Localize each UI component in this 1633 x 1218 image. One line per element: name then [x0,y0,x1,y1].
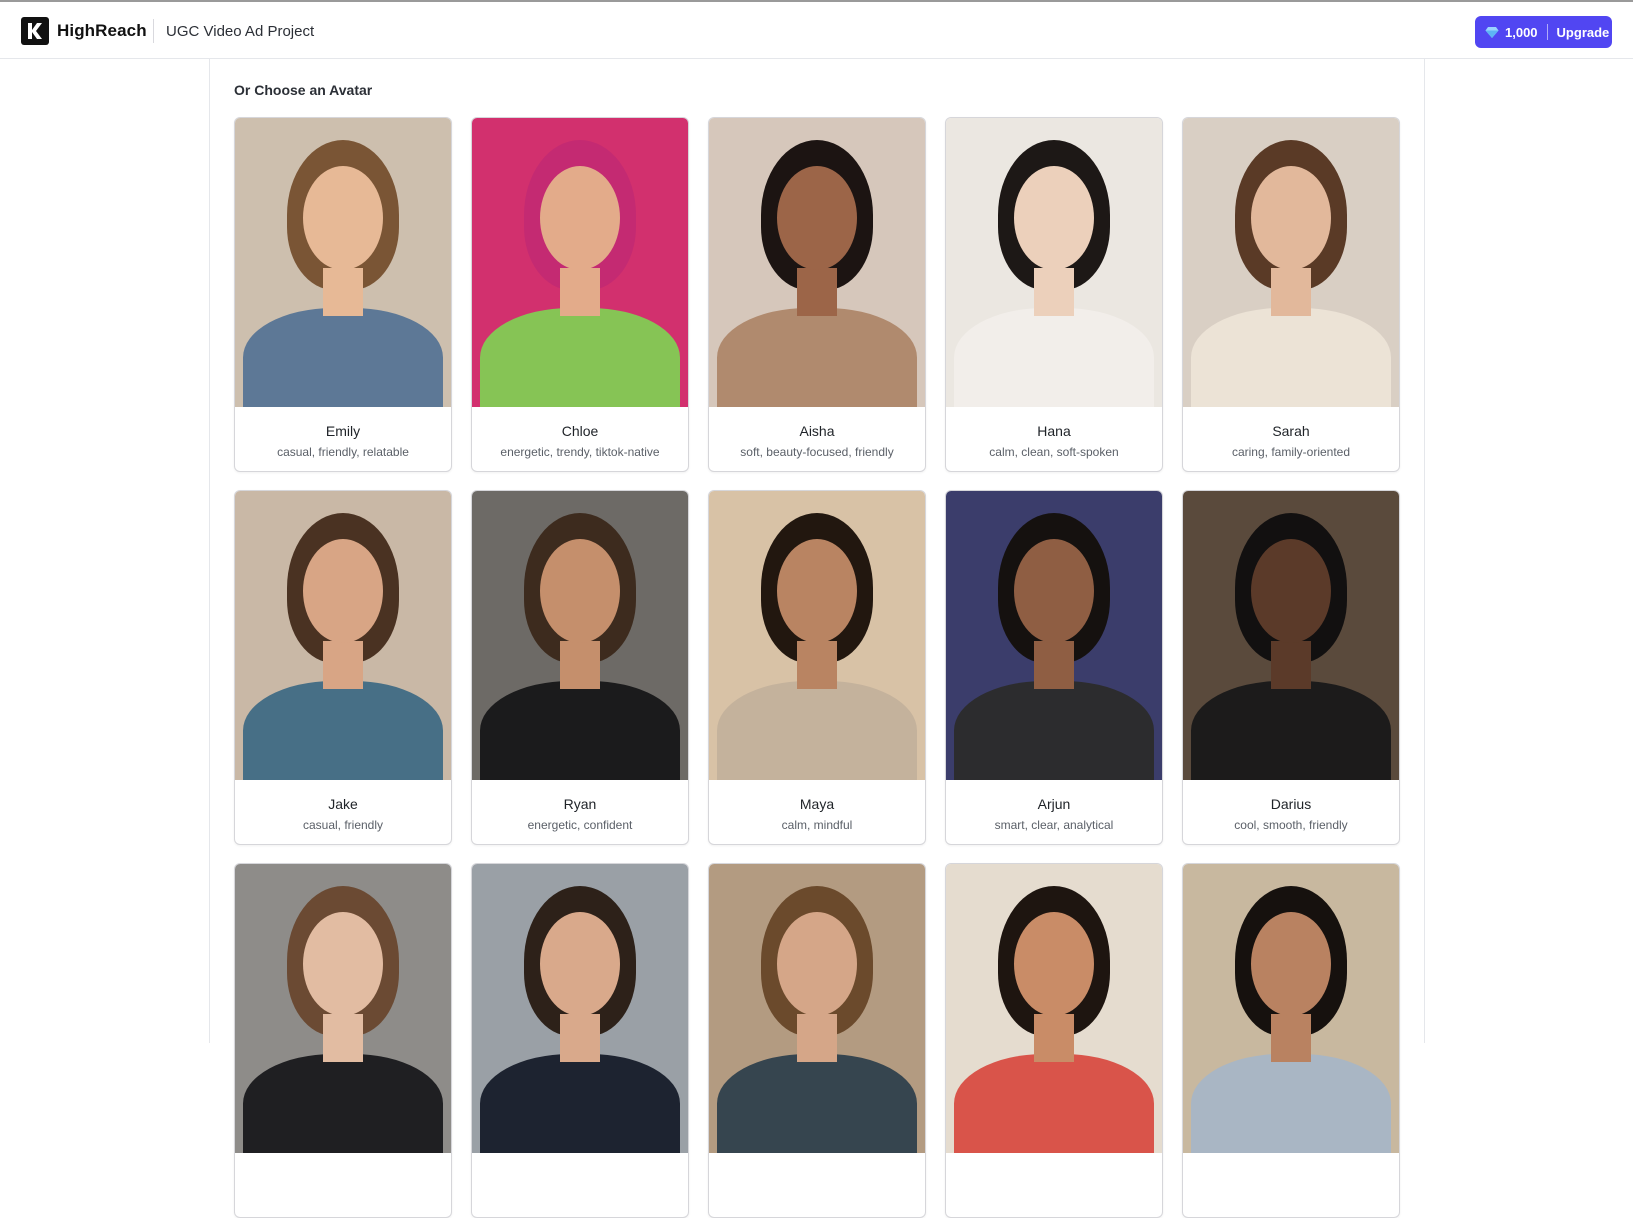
avatar-tags: caring, family-oriented [1231,445,1351,459]
avatar-name: Hana [1037,423,1071,439]
avatar-name: Emily [325,423,361,439]
avatar-info [709,1153,925,1217]
avatar-card[interactable]: Ryan energetic, confident [471,490,689,845]
avatar-tags: casual, friendly, relatable [277,445,409,459]
credits-count: 1,000 [1505,24,1538,40]
avatar-card[interactable] [234,863,452,1218]
avatar-card[interactable]: Hana calm, clean, soft-spoken [945,117,1163,472]
avatar-photo [946,118,1162,407]
avatar-info: Ryan energetic, confident [472,780,688,844]
avatar-photo [472,491,688,780]
avatar-photo [472,118,688,407]
avatar-photo [1183,864,1399,1153]
highreach-logo-icon[interactable] [21,17,49,45]
avatar-card[interactable]: Darius cool, smooth, friendly [1182,490,1400,845]
avatar-card[interactable]: Jake casual, friendly [234,490,452,845]
upgrade-label: Upgrade [1556,24,1610,40]
avatar-tags: calm, clean, soft-spoken [989,445,1119,459]
avatar-name: Chloe [561,423,599,439]
avatar-info: Chloe energetic, trendy, tiktok-native [472,407,688,471]
brand-name[interactable]: HighReach [57,21,147,41]
avatar-card[interactable]: Chloe energetic, trendy, tiktok-native [471,117,689,472]
avatar-info [235,1153,451,1217]
avatar-info: Arjun smart, clear, analytical [946,780,1162,844]
avatar-tags: smart, clear, analytical [994,818,1114,832]
avatar-info: Aisha soft, beauty-focused, friendly [709,407,925,471]
divider [153,19,154,43]
avatar-info [1183,1153,1399,1217]
avatar-photo [235,118,451,407]
avatar-info [946,1153,1162,1217]
avatar-photo [235,491,451,780]
avatar-info: Sarah caring, family-oriented [1183,407,1399,471]
avatar-info: Emily casual, friendly, relatable [235,407,451,471]
avatar-card[interactable]: Maya calm, mindful [708,490,926,845]
top-bar: HighReach UGC Video Ad Project 1,000 Upg… [0,0,1633,59]
avatar-tags: casual, friendly [302,818,384,832]
avatar-name: Maya [799,796,835,812]
divider [1546,24,1548,40]
avatar-photo [235,864,451,1153]
avatar-photo [946,864,1162,1153]
avatar-info: Darius cool, smooth, friendly [1183,780,1399,844]
avatar-photo [709,864,925,1153]
avatar-card[interactable] [471,863,689,1218]
avatar-tags: cool, smooth, friendly [1234,818,1348,832]
avatar-card[interactable]: Arjun smart, clear, analytical [945,490,1163,845]
avatar-card[interactable] [1182,863,1400,1218]
avatar-photo [1183,491,1399,780]
avatar-name: Sarah [1272,423,1310,439]
avatar-name: Aisha [799,423,835,439]
upgrade-button[interactable]: 1,000 Upgrade [1475,16,1612,48]
avatar-grid: Emily casual, friendly, relatable Chloe ene… [234,117,1400,1218]
avatar-info: Jake casual, friendly [235,780,451,844]
avatar-photo [472,864,688,1153]
avatar-name: Arjun [1037,796,1071,812]
gem-icon [1485,27,1499,38]
section-title: Or Choose an Avatar [234,82,373,98]
avatar-info: Maya calm, mindful [709,780,925,844]
avatar-card[interactable] [708,863,926,1218]
avatar-card[interactable] [945,863,1163,1218]
avatar-info: Hana calm, clean, soft-spoken [946,407,1162,471]
avatar-tags: soft, beauty-focused, friendly [740,445,894,459]
avatar-tags: calm, mindful [781,818,853,832]
avatar-info [472,1153,688,1217]
avatar-panel: Or Choose an Avatar Emily casual, friendl… [209,59,1425,1218]
avatar-name: Ryan [563,796,597,812]
avatar-card[interactable]: Emily casual, friendly, relatable [234,117,452,472]
avatar-card[interactable]: Aisha soft, beauty-focused, friendly [708,117,926,472]
avatar-name: Jake [328,796,358,812]
avatar-photo [946,491,1162,780]
avatar-tags: energetic, trendy, tiktok-native [500,445,660,459]
avatar-card[interactable]: Sarah caring, family-oriented [1182,117,1400,472]
avatar-photo [1183,118,1399,407]
project-title: UGC Video Ad Project [166,23,315,40]
avatar-name: Darius [1270,796,1312,812]
avatar-photo [709,491,925,780]
avatar-tags: energetic, confident [527,818,633,832]
avatar-photo [709,118,925,407]
